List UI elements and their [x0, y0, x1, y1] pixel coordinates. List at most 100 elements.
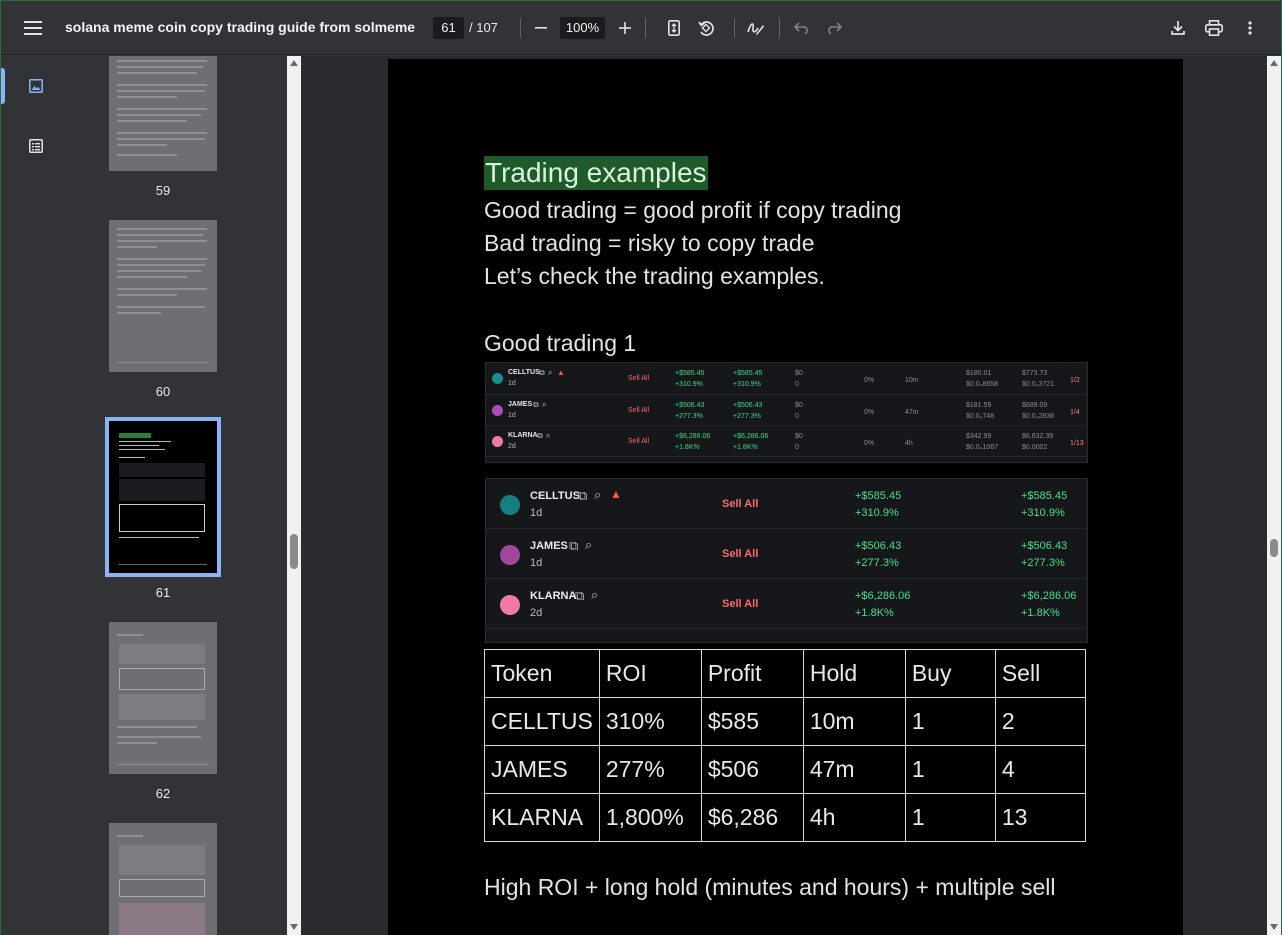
pnl-percent: +277.3%	[1021, 557, 1065, 569]
thumbnail-page-63[interactable]	[109, 823, 217, 935]
print-button[interactable]	[1198, 12, 1230, 44]
pnl-percent: +277.3%	[855, 557, 899, 569]
sell-all-button: Sell All	[722, 598, 759, 610]
more-options-button[interactable]	[1234, 12, 1266, 44]
table-cell: 4h	[802, 793, 906, 842]
unrealized-value: $0	[795, 370, 803, 377]
pnl-percent: +310.9%	[855, 507, 899, 519]
table-cell: 2	[994, 697, 1086, 746]
unrealized-value: $0	[795, 433, 803, 440]
scroll-up-arrow[interactable]	[290, 60, 298, 66]
pnl-value: +$6,286.06	[675, 433, 711, 440]
page-heading: Trading examples	[484, 156, 708, 190]
column-header: Token	[484, 649, 600, 698]
token-name: CELLTUS	[530, 490, 580, 502]
zoom-out-button[interactable]	[525, 12, 557, 44]
pen-icon	[747, 23, 764, 35]
thumbnails-view-button[interactable]	[20, 70, 52, 102]
table-cell: 47m	[802, 745, 906, 794]
pnl-percent: +310.9%	[675, 381, 703, 388]
table-row: JAMES ⧉ ⌕ 1d Sell All +$506.43 +277.3% +…	[486, 395, 1087, 426]
rotate-button[interactable]	[690, 12, 722, 44]
undo-icon	[794, 22, 808, 34]
thumbnail-page-59[interactable]	[109, 56, 217, 171]
table-cell: 1	[904, 745, 996, 794]
zoom-level-input[interactable]: 100%	[560, 17, 605, 39]
document-scrollbar[interactable]	[1267, 56, 1281, 935]
sell-all-button: Sell All	[722, 498, 759, 510]
token-name: JAMES	[508, 401, 533, 408]
table-cell: CELLTUS	[484, 697, 600, 746]
pnl-value: +$506.43	[675, 402, 705, 409]
divider	[645, 18, 646, 38]
column-header: Sell	[994, 649, 1086, 698]
bought-price: $0.0₃748	[966, 413, 995, 420]
thumbnail-label: 61	[155, 585, 171, 600]
pdf-viewer-window: solana meme coin copy trading guide from…	[0, 0, 1282, 935]
token-avatar	[500, 545, 520, 565]
scroll-down-arrow[interactable]	[1270, 924, 1278, 930]
copy-icon: ⧉	[537, 431, 543, 440]
table-row: KLARNA 1,800% $6,286 4h 1 13	[484, 793, 1086, 842]
document-viewer[interactable]: Trading examples Good trading = good pro…	[301, 56, 1267, 935]
token-age: 1d	[530, 557, 543, 569]
outline-view-button[interactable]	[20, 130, 52, 162]
table-cell: 10m	[802, 697, 906, 746]
token-avatar	[492, 405, 503, 416]
toolbar: solana meme coin copy trading guide from…	[1, 1, 1281, 55]
bought-value: $181.59	[966, 402, 992, 409]
pnl-percent: +1.8K%	[733, 444, 758, 451]
active-indicator	[1, 68, 5, 104]
image-icon	[29, 79, 43, 93]
menu-button[interactable]	[17, 12, 49, 44]
pnl-value: +$506.43	[855, 540, 902, 552]
bought-price: $0.0₄1067	[966, 444, 999, 451]
annotate-button[interactable]	[740, 12, 772, 44]
token-age: 1d	[508, 412, 516, 419]
thumbnail-page-61-selected[interactable]	[105, 417, 221, 577]
pnl-value: +$6,286.06	[733, 433, 769, 440]
undo-button[interactable]	[786, 12, 818, 44]
table-cell: 13	[994, 793, 1086, 842]
table-cell: 277%	[598, 745, 702, 794]
thumbnail-scrollbar[interactable]	[287, 56, 301, 935]
sell-all-button: Sell All	[628, 375, 650, 382]
warning-icon: ▲	[557, 368, 565, 377]
percent-zero: 0%	[864, 409, 875, 416]
copy-icon: ⧉	[533, 400, 539, 409]
divider	[520, 18, 521, 38]
hold-time: 47m	[905, 409, 919, 416]
table-cell: $585	[700, 697, 804, 746]
fit-to-page-button[interactable]	[658, 12, 690, 44]
hamburger-menu-icon	[24, 21, 42, 35]
page-number-input[interactable]: 61	[433, 17, 464, 39]
scroll-thumb[interactable]	[290, 534, 298, 569]
buy-sell-count: 1/2	[1070, 377, 1080, 384]
redo-button[interactable]	[818, 12, 850, 44]
scroll-down-arrow[interactable]	[290, 924, 298, 930]
table-cell: JAMES	[484, 745, 600, 794]
bought-value: $342.99	[966, 433, 992, 440]
thumbnail-page-62[interactable]	[109, 622, 217, 774]
table-cell: KLARNA	[484, 793, 600, 842]
footer-text: High ROI + long hold (minutes and hours)…	[484, 874, 1056, 900]
pnl-percent: +277.3%	[733, 413, 761, 420]
column-header: Buy	[904, 649, 996, 698]
download-button[interactable]	[1162, 12, 1194, 44]
minus-icon	[535, 27, 547, 29]
percent-zero: 0%	[864, 377, 875, 384]
copy-icon: ⧉	[569, 538, 579, 553]
scroll-thumb[interactable]	[1270, 539, 1278, 557]
column-header: Hold	[802, 649, 906, 698]
table-cell: 4	[994, 745, 1086, 794]
scroll-up-arrow[interactable]	[1270, 60, 1278, 66]
pnl-value: +$585.45	[1021, 490, 1068, 502]
pnl-value: +$506.43	[1021, 540, 1068, 552]
subheading: Good trading 1	[484, 330, 637, 356]
zoom-in-button[interactable]	[609, 12, 641, 44]
pnl-percent: +1.8K%	[1021, 607, 1060, 619]
thumbnail-page-60[interactable]	[109, 220, 217, 372]
table-row: CELLTUS ⧉ ⌕ ▲ 1d Sell All +$585.45 +310.…	[486, 363, 1087, 395]
unrealized-count: 0	[795, 413, 799, 420]
buy-sell-count: 1/13	[1070, 440, 1084, 447]
